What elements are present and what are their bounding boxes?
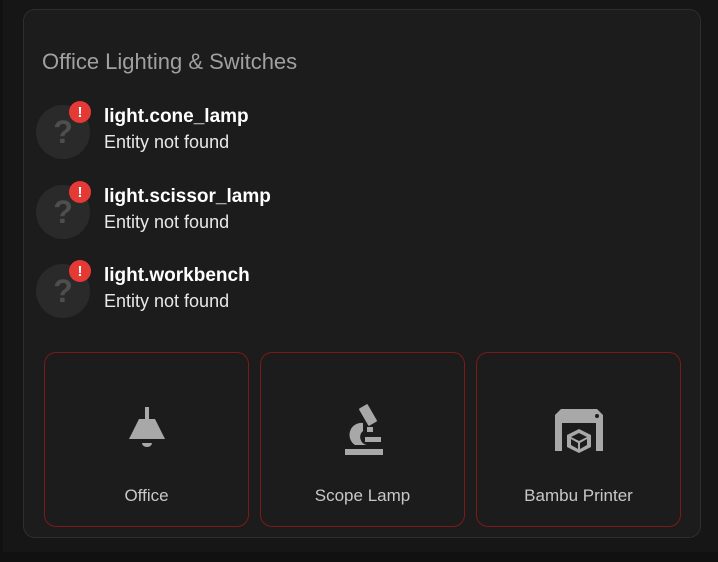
bambu-printer-button-label: Bambu Printer — [524, 486, 633, 505]
card-title: Office Lighting & Switches — [42, 49, 298, 74]
entity-state: Entity not found — [104, 291, 230, 311]
error-badge-icon: ! — [69, 181, 91, 203]
office-lighting-card: Office Lighting & Switches ? ! light.con… — [23, 9, 701, 538]
entity-row-workbench[interactable]: ? ! light.workbench Entity not found — [36, 257, 436, 318]
entity-name: light.scissor_lamp — [104, 186, 271, 207]
office-button[interactable]: Office — [44, 352, 249, 527]
error-badge-icon: ! — [69, 260, 91, 282]
bambu-printer-button[interactable]: Bambu Printer — [476, 352, 681, 527]
microscope-icon — [344, 404, 383, 455]
entity-row-cone-lamp[interactable]: ? ! light.cone_lamp Entity not found — [36, 98, 436, 159]
entity-name: light.cone_lamp — [104, 106, 249, 127]
office-button-label: Office — [124, 486, 169, 505]
entity-icon-background: ? ! — [36, 101, 91, 159]
scope-lamp-button[interactable]: Scope Lamp — [260, 352, 465, 527]
entity-icon-background: ? ! — [36, 260, 91, 318]
error-badge-icon: ! — [69, 101, 91, 123]
entity-state: Entity not found — [104, 132, 230, 152]
entity-icon-background: ? ! — [36, 181, 91, 239]
entity-row-scissor-lamp[interactable]: ? ! light.scissor_lamp Entity not found — [36, 178, 436, 239]
entity-name: light.workbench — [104, 265, 250, 286]
3d-printer-icon — [554, 409, 603, 453]
ceiling-lamp-icon — [128, 407, 165, 447]
entity-state: Entity not found — [104, 212, 230, 232]
scope-lamp-button-label: Scope Lamp — [314, 486, 411, 505]
